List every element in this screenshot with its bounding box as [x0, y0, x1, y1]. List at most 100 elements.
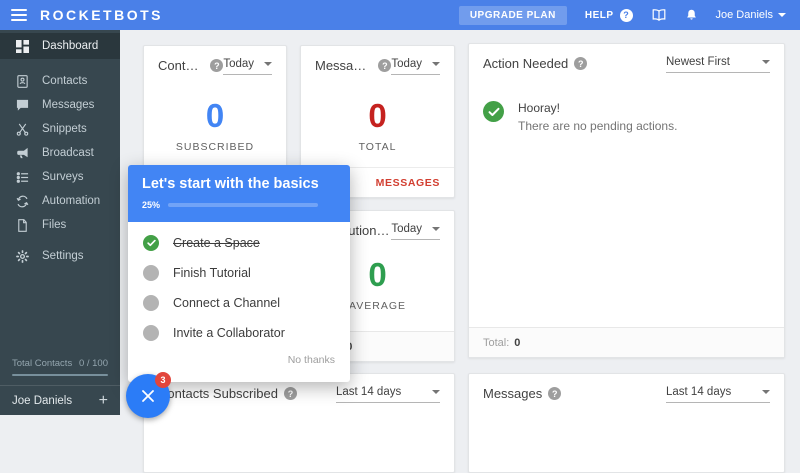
sidebar-item-dashboard[interactable]: Dashboard: [0, 33, 120, 59]
sidebar-item-label: Snippets: [42, 123, 87, 135]
chevron-down-icon: [762, 60, 770, 64]
pending-circle-icon: [143, 325, 159, 341]
select-value: Last 14 days: [336, 386, 401, 398]
settings-icon: [16, 250, 29, 263]
notification-count-badge: 3: [155, 372, 171, 388]
chevron-down-icon: [432, 390, 440, 394]
empty-state-title: Hooray!: [518, 101, 677, 115]
step-label: Finish Tutorial: [173, 266, 251, 280]
help-icon[interactable]: ?: [574, 57, 587, 70]
select-value: Today: [391, 223, 422, 235]
messages-chart-card: Messages ? Last 14 days: [468, 373, 785, 473]
sidebar-item-snippets[interactable]: Snippets: [0, 117, 120, 141]
chevron-down-icon: [432, 227, 440, 231]
sidebar-item-automation[interactable]: Automation: [0, 189, 120, 213]
notifications-bell-icon[interactable]: [685, 8, 698, 22]
docs-book-icon[interactable]: [651, 8, 667, 22]
question-circle-icon: ?: [620, 9, 633, 22]
brand-logo: ROCKETBOTS: [40, 7, 163, 23]
sidebar-item-surveys[interactable]: Surveys: [0, 165, 120, 189]
sidebar-item-label: Automation: [42, 195, 100, 207]
user-menu[interactable]: Joe Daniels: [716, 9, 786, 21]
select-value: Last 14 days: [666, 386, 731, 398]
check-circle-icon: [483, 101, 504, 122]
onboarding-step-finish-tutorial[interactable]: Finish Tutorial: [128, 258, 350, 288]
sidebar-item-contacts[interactable]: Contacts: [0, 69, 120, 93]
help-icon[interactable]: ?: [378, 59, 391, 72]
total-value: 0: [514, 337, 520, 349]
resolution-period-select[interactable]: Today: [391, 223, 440, 240]
user-name: Joe Daniels: [716, 9, 773, 21]
contacts-icon: [16, 75, 29, 88]
onboarding-progressbar: [168, 203, 318, 207]
sidebar-item-label: Messages: [42, 99, 94, 111]
close-icon: [140, 388, 156, 404]
automation-icon: [16, 195, 29, 208]
sidebar-item-label: Dashboard: [42, 40, 98, 52]
contacts-quota-progressbar: [12, 374, 108, 376]
snippets-icon: [16, 123, 29, 136]
step-label: Create a Space: [173, 236, 260, 250]
check-circle-icon: [143, 235, 159, 251]
onboarding-step-invite-collaborator[interactable]: Invite a Collaborator: [128, 318, 350, 348]
sidebar-item-label: Settings: [42, 250, 84, 262]
messages-period-select[interactable]: Today: [391, 58, 440, 75]
add-space-button[interactable]: +: [99, 393, 108, 409]
sidebar-item-messages[interactable]: Messages: [0, 93, 120, 117]
help-label: HELP: [585, 10, 614, 21]
onboarding-title: Let's start with the basics: [142, 176, 336, 192]
action-sort-select[interactable]: Newest First: [666, 56, 770, 73]
total-label: Total:: [483, 337, 509, 349]
sidebar-item-label: Contacts: [42, 75, 87, 87]
files-icon: [16, 219, 29, 232]
sidebar-user-name: Joe Daniels: [12, 395, 72, 407]
total-contacts-value: 0 / 100: [79, 358, 108, 369]
empty-state-subtitle: There are no pending actions.: [518, 119, 677, 133]
help-icon[interactable]: ?: [548, 387, 561, 400]
broadcast-icon: [16, 147, 29, 160]
hamburger-menu-icon[interactable]: [11, 9, 27, 21]
sidebar-item-files[interactable]: Files: [0, 213, 120, 237]
pending-circle-icon: [143, 265, 159, 281]
chevron-down-icon: [778, 13, 786, 17]
help-button[interactable]: HELP ?: [585, 9, 633, 22]
select-value: Today: [223, 58, 254, 70]
sidebar-item-label: Files: [42, 219, 66, 231]
card-title: Action Needed: [483, 56, 568, 71]
action-needed-card: Action Needed ? Newest First Hooray! The…: [468, 43, 785, 358]
sidebar-item-label: Surveys: [42, 171, 84, 183]
select-value: Newest First: [666, 56, 730, 68]
surveys-icon: [16, 171, 29, 184]
chevron-down-icon: [432, 62, 440, 66]
total-contacts-label: Total Contacts: [12, 358, 72, 369]
sidebar-item-label: Broadcast: [42, 147, 94, 159]
sidebar: Dashboard Contacts Messages Snippets Bro…: [0, 30, 120, 415]
card-title: Messages: [315, 58, 372, 73]
topbar: ROCKETBOTS UPGRADE PLAN HELP ? Joe Danie…: [0, 0, 800, 30]
onboarding-progress-label: 25%: [142, 200, 160, 210]
messages-chart-range-select[interactable]: Last 14 days: [666, 386, 770, 403]
contacts-subscribed-range-select[interactable]: Last 14 days: [336, 386, 440, 403]
sidebar-item-broadcast[interactable]: Broadcast: [0, 141, 120, 165]
contacts-metric-label: SUBSCRIBED: [144, 141, 286, 153]
step-label: Invite a Collaborator: [173, 326, 285, 340]
messages-metric-label: TOTAL: [301, 141, 454, 153]
contacts-subscribed-card: Contacts Subscribed ? Last 14 days: [143, 373, 455, 473]
step-label: Connect a Channel: [173, 296, 280, 310]
messages-icon: [16, 99, 29, 112]
onboarding-dismiss-link[interactable]: No thanks: [288, 354, 335, 366]
onboarding-step-connect-channel[interactable]: Connect a Channel: [128, 288, 350, 318]
onboarding-step-create-space[interactable]: Create a Space: [128, 228, 350, 258]
messages-link-button[interactable]: MESSAGES: [376, 177, 440, 189]
contacts-period-select[interactable]: Today: [223, 58, 272, 75]
contacts-subscribed-value: 0: [144, 97, 286, 135]
help-icon[interactable]: ?: [284, 387, 297, 400]
upgrade-plan-button[interactable]: UPGRADE PLAN: [459, 6, 567, 25]
card-title: Messages: [483, 386, 542, 401]
sidebar-item-settings[interactable]: Settings: [0, 244, 120, 268]
help-icon[interactable]: ?: [210, 59, 223, 72]
chevron-down-icon: [264, 62, 272, 66]
dashboard-icon: [16, 40, 29, 53]
select-value: Today: [391, 58, 422, 70]
card-title: Contacts: [158, 58, 204, 73]
